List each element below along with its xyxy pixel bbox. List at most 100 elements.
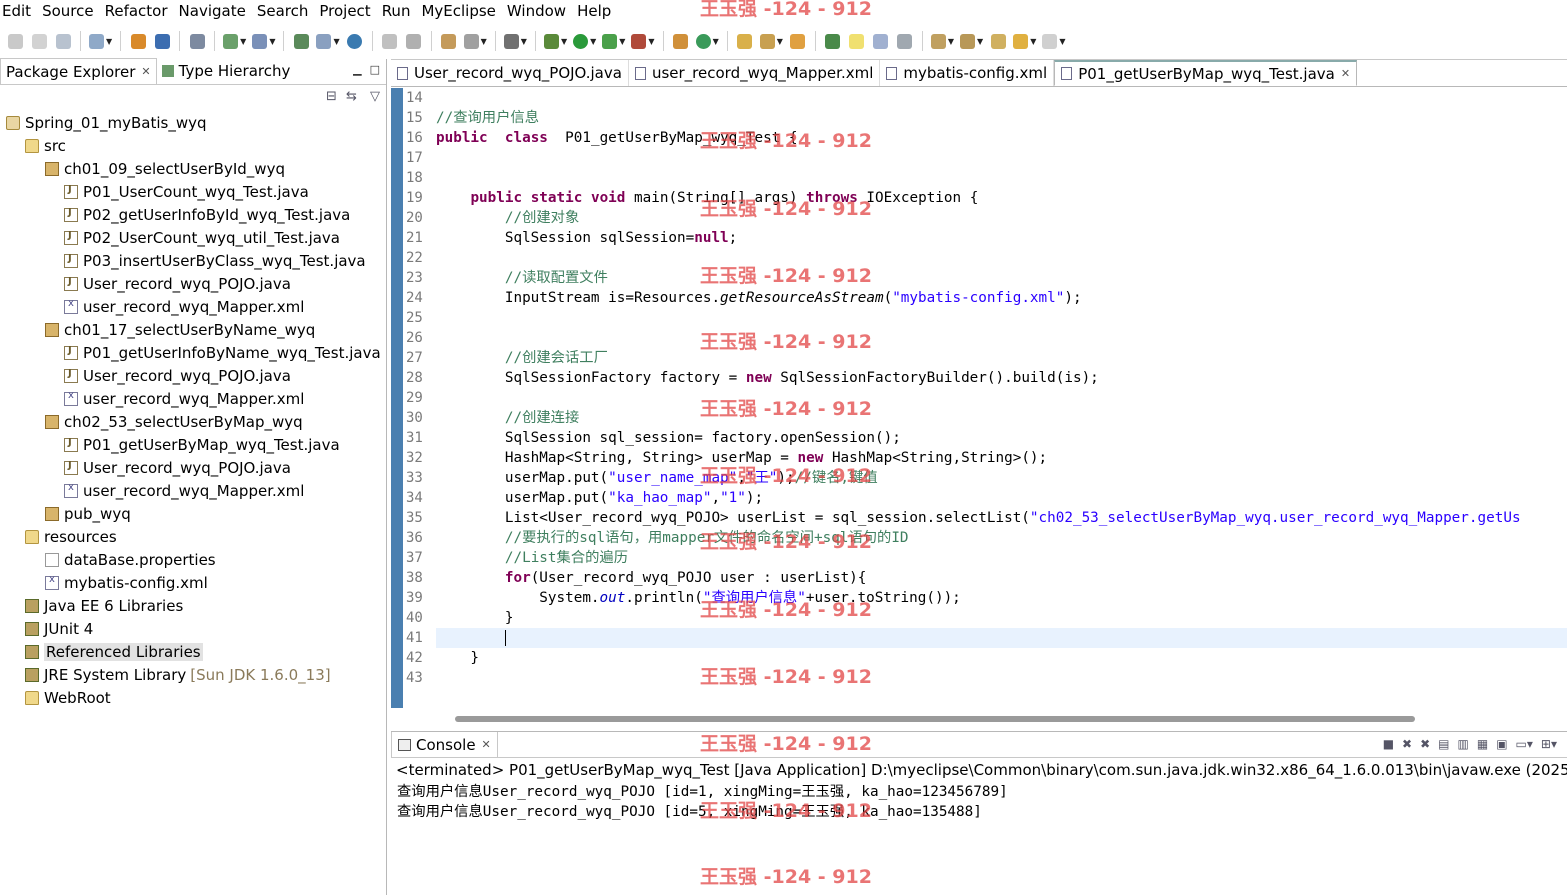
tab-console[interactable]: Console ✕ — [391, 731, 498, 758]
code-line[interactable]: } — [436, 648, 1567, 668]
menu-edit[interactable]: Edit — [0, 0, 40, 22]
save-icon[interactable] — [6, 30, 24, 52]
clear-console-icon[interactable]: ▤ — [1438, 737, 1449, 751]
horizontal-scrollbar[interactable] — [455, 716, 1415, 722]
code-line[interactable]: //List集合的遍历 — [436, 548, 1567, 568]
view-menu-icon[interactable]: ▽ — [370, 89, 380, 104]
code-line[interactable]: //创建连接 — [436, 408, 1567, 428]
link-with-editor-icon[interactable]: ⇆ — [346, 89, 357, 104]
code-line[interactable]: public static void main(String[] args) t… — [436, 188, 1567, 208]
menu-myeclipse[interactable]: MyEclipse — [419, 0, 504, 22]
open-project-icon[interactable] — [789, 30, 807, 52]
run-coverage-icon[interactable]: ▼ — [602, 30, 625, 52]
code-line[interactable]: InputStream is=Resources.getResourceAsSt… — [436, 288, 1567, 308]
tree-item[interactable]: User_record_wyq_POJO.java — [0, 272, 386, 295]
new-class-icon[interactable]: ▼ — [223, 30, 246, 52]
pin-console-icon[interactable]: ▣ — [1496, 737, 1507, 751]
menu-window[interactable]: Window — [505, 0, 575, 22]
tree-item[interactable]: src — [0, 134, 386, 157]
tree-item[interactable]: pub_wyq — [0, 502, 386, 525]
database-icon[interactable] — [188, 30, 206, 52]
menu-run[interactable]: Run — [380, 0, 420, 22]
close-icon[interactable]: ✕ — [482, 738, 491, 751]
open-console-icon[interactable]: ⊞▾ — [1541, 737, 1557, 751]
code-line[interactable]: for(User_record_wyq_POJO user : userList… — [436, 568, 1567, 588]
last-edit-icon[interactable] — [989, 30, 1007, 52]
tree-item[interactable]: JUnit 4 — [0, 617, 386, 640]
scroll-lock-icon[interactable]: ▥ — [1458, 737, 1469, 751]
code-line[interactable]: userMap.put("ka_hao_map","1"); — [436, 488, 1567, 508]
code-line[interactable] — [436, 168, 1567, 188]
editor-tab[interactable]: User_record_wyq_POJO.java — [391, 60, 629, 86]
help-icon[interactable] — [824, 30, 842, 52]
code-line[interactable]: public class P01_getUserByMap_wyq_Test { — [436, 128, 1567, 148]
code-line[interactable] — [436, 88, 1567, 108]
profile-icon[interactable]: ▼ — [631, 30, 655, 52]
code-line[interactable]: HashMap<String, String> userMap = new Ha… — [436, 448, 1567, 468]
save-all-icon[interactable] — [30, 30, 48, 52]
code-line[interactable] — [436, 328, 1567, 348]
open-folder-icon[interactable] — [736, 30, 754, 52]
open-type-icon[interactable] — [292, 30, 310, 52]
editor-tab[interactable]: mybatis-config.xml — [880, 60, 1055, 86]
server-icon[interactable] — [153, 30, 171, 52]
code-line[interactable]: userMap.put("user_name_map","王");//键名,键值 — [436, 468, 1567, 488]
remove-all-icon[interactable]: ✖ — [1420, 737, 1430, 751]
back-history-icon[interactable] — [381, 30, 399, 52]
editor-tab[interactable]: user_record_wyq_Mapper.xml — [629, 60, 881, 86]
back-icon[interactable]: ▼ — [1013, 30, 1036, 52]
code-line[interactable] — [436, 628, 1567, 648]
code-line[interactable] — [436, 148, 1567, 168]
new-wizard-icon[interactable]: ▼ — [89, 30, 112, 52]
code-line[interactable] — [436, 388, 1567, 408]
code-line[interactable] — [436, 248, 1567, 268]
code-line[interactable]: //创建会话工厂 — [436, 348, 1567, 368]
editor-tab[interactable]: P01_getUserByMap_wyq_Test.java ✕ — [1054, 60, 1358, 86]
menu-refactor[interactable]: Refactor — [103, 0, 177, 22]
tree-item[interactable]: ch01_09_selectUserById_wyq — [0, 157, 386, 180]
edit-tool-icon[interactable]: ▼ — [759, 30, 783, 52]
show-whitespace-icon[interactable] — [896, 30, 914, 52]
deploy-icon[interactable] — [129, 30, 147, 52]
code-line[interactable]: //读取配置文件 — [436, 268, 1567, 288]
tree-item[interactable]: mybatis-config.xml — [0, 571, 386, 594]
close-icon[interactable]: ✕ — [1341, 67, 1350, 80]
tree-item[interactable]: P01_UserCount_wyq_Test.java — [0, 180, 386, 203]
menu-navigate[interactable]: Navigate — [177, 0, 255, 22]
tree-item[interactable]: user_record_wyq_Mapper.xml — [0, 479, 386, 502]
collapse-all-icon[interactable]: ⊟ — [326, 89, 337, 104]
tree-item[interactable]: JRE System Library [Sun JDK 1.6.0_13] — [0, 663, 386, 686]
code-line[interactable]: SqlSessionFactory factory = new SqlSessi… — [436, 368, 1567, 388]
new-package-icon[interactable]: ▼ — [252, 30, 275, 52]
monitor-icon[interactable]: ▼ — [503, 30, 527, 52]
tree-item[interactable]: WebRoot — [0, 686, 386, 709]
tree-item[interactable]: P02_getUserInfoById_wyq_Test.java — [0, 203, 386, 226]
refresh-icon[interactable]: ▼ — [695, 30, 719, 52]
highlight-icon[interactable] — [848, 30, 866, 52]
code-line[interactable] — [436, 668, 1567, 688]
menu-source[interactable]: Source — [40, 0, 103, 22]
debug-icon[interactable]: ▼ — [543, 30, 567, 52]
display-console-icon[interactable]: ▭▾ — [1516, 737, 1533, 751]
tree-item[interactable]: P01_getUserInfoByName_wyq_Test.java — [0, 341, 386, 364]
code-line[interactable]: } — [436, 608, 1567, 628]
code-line[interactable]: SqlSession sqlSession=null; — [436, 228, 1567, 248]
forward-icon[interactable]: ▼ — [1042, 30, 1066, 52]
web-browser-icon[interactable] — [346, 30, 364, 52]
tree-item[interactable]: P03_insertUserByClass_wyq_Test.java — [0, 249, 386, 272]
code-line[interactable]: //要执行的sql语句，用mapper文件的命名空间+sql语句的ID — [436, 528, 1567, 548]
close-icon[interactable]: ✕ — [141, 65, 150, 78]
menu-project[interactable]: Project — [317, 0, 379, 22]
tree-item[interactable]: Referenced Libraries — [0, 640, 386, 663]
tree-item[interactable]: User_record_wyq_POJO.java — [0, 364, 386, 387]
code-line[interactable]: //创建对象 — [436, 208, 1567, 228]
search-web-icon[interactable]: ▼ — [463, 30, 487, 52]
tab-package-explorer[interactable]: Package Explorer ✕ — [0, 58, 157, 84]
open-resource-icon[interactable]: ▼ — [316, 30, 340, 52]
word-wrap-icon[interactable]: ▦ — [1477, 737, 1488, 751]
code-line[interactable]: //查询用户信息 — [436, 108, 1567, 128]
code-area[interactable]: //查询用户信息 public class P01_getUserByMap_wy… — [436, 88, 1567, 708]
tree-item[interactable]: dataBase.properties — [0, 548, 386, 571]
code-line[interactable] — [436, 308, 1567, 328]
tree-item[interactable]: Spring_01_myBatis_wyq — [0, 111, 386, 134]
